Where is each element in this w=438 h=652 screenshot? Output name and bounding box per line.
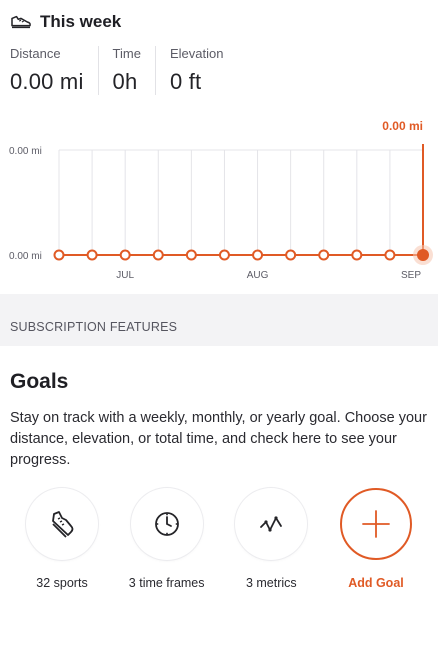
distance-stat: Distance 0.00 mi [10, 46, 99, 95]
y-tick-label: 0.00 mi [9, 146, 42, 157]
clock-icon [154, 512, 179, 536]
add-goal-label[interactable]: Add Goal [348, 576, 404, 590]
add-goal-circle[interactable] [339, 488, 412, 560]
data-point [119, 249, 131, 261]
metrics-icon [260, 516, 283, 532]
data-point [417, 249, 429, 261]
x-tick-label: JUL [116, 270, 134, 281]
elevation-stat: Elevation 0 ft [170, 46, 237, 95]
feature-label: 32 sports [36, 576, 88, 590]
data-point [152, 249, 164, 261]
feature-metrics: 3 metrics [223, 488, 319, 590]
stat-value: 0 ft [169, 69, 202, 94]
feature-label: 3 time frames [128, 576, 205, 590]
weekly-distance-chart[interactable]: 0.00 mi 0.00 mi 0.00 mi JUL AUG SEP [0, 115, 438, 290]
stat-label: Distance [10, 46, 61, 61]
goals-title: Goals [10, 370, 69, 393]
data-point [86, 249, 98, 261]
x-tick-label: AUG [247, 270, 269, 281]
time-stat: Time 0h [113, 46, 156, 95]
data-point [218, 249, 230, 261]
this-week-header: This week [10, 12, 121, 32]
feature-circle [235, 488, 308, 560]
stat-label: Elevation [169, 46, 224, 61]
stat-value: 0.00 mi [10, 69, 84, 94]
feature-circle [130, 488, 203, 560]
y-tick-label: 0.00 mi [9, 251, 42, 262]
feature-time-frames: 3 time frames [119, 488, 215, 590]
data-point [53, 249, 65, 261]
data-point [185, 249, 197, 261]
shoe-icon [52, 511, 74, 538]
data-point [384, 249, 396, 261]
data-point [252, 249, 264, 261]
feature-sports: 32 sports [14, 488, 110, 590]
current-value-label: 0.00 mi [382, 119, 423, 133]
subscription-features-label: SUBSCRIPTION FEATURES [10, 320, 178, 334]
stat-label: Time [112, 46, 141, 61]
stat-value: 0h [112, 69, 138, 94]
goals-description: Stay on track with a weekly, monthly, or… [10, 410, 427, 468]
plus-icon [362, 510, 390, 538]
data-point [318, 249, 330, 261]
goal-features: 32 sports 3 time frames 3 metrics Add Go… [14, 488, 424, 590]
data-point [285, 249, 297, 261]
section-title: This week [40, 12, 122, 31]
feature-label: 3 metrics [245, 576, 297, 590]
x-tick-label: SEP [401, 270, 421, 281]
weekly-stats: Distance 0.00 mi Time 0h Elevation 0 ft [10, 46, 251, 95]
add-goal-button[interactable]: Add Goal [328, 488, 424, 590]
running-shoe-icon [11, 15, 31, 29]
feature-circle [26, 488, 98, 560]
data-point [351, 249, 363, 261]
